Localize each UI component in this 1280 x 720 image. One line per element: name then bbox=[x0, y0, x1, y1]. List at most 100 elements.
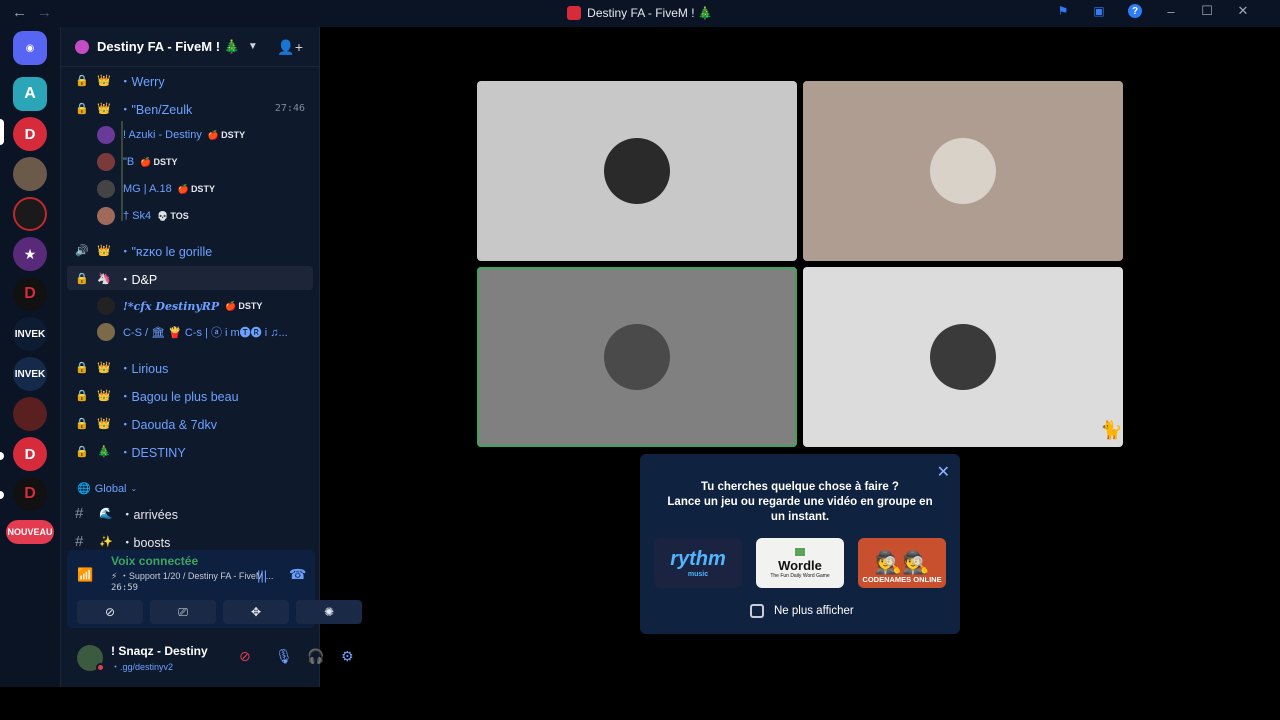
voice-channel-active[interactable]: 🔒 🦄 ・D&P bbox=[67, 266, 313, 290]
avatar bbox=[97, 297, 115, 315]
screen-icon[interactable]: ▣ bbox=[1092, 4, 1106, 18]
voice-channel[interactable]: 🔒 🎄 ・DESTINY bbox=[67, 439, 313, 463]
voice-user[interactable]: C-S / 🏛 🍟 C-s | ⓐ i m🅣🅡 i ♫... bbox=[97, 321, 303, 343]
server-arma-icon[interactable]: A bbox=[13, 77, 47, 111]
clan-tag: 🍎 DSTY bbox=[207, 129, 246, 141]
participant-tile-speaking[interactable] bbox=[477, 267, 797, 447]
participant-tile[interactable] bbox=[477, 81, 797, 261]
channel-name: ・"ʀᴢᴋᴏ le gorille bbox=[119, 244, 213, 259]
voice-user[interactable]: "B 🍎 DSTY bbox=[97, 151, 177, 173]
voice-user[interactable]: MG | A.18 🍎 DSTY bbox=[97, 178, 215, 200]
clan-tag: 🍎 DSTY bbox=[225, 300, 263, 312]
server-name: Destiny FA - FiveM ! 🎄 bbox=[97, 38, 240, 54]
participant-avatar bbox=[930, 138, 996, 204]
voice-status-panel: 📶 Voix connectée ⚡ ・Support 1/20 / Desti… bbox=[67, 550, 362, 628]
server-avatar-icon[interactable] bbox=[13, 157, 47, 191]
channel-timer: 27:46 bbox=[274, 102, 305, 114]
avatar bbox=[97, 323, 115, 341]
server-destiny-d-3-icon[interactable]: D bbox=[13, 477, 47, 511]
voice-connected-label[interactable]: Voix connectée bbox=[111, 554, 198, 568]
lock-icon: 🔒 bbox=[75, 417, 89, 430]
checkbox[interactable] bbox=[750, 604, 764, 618]
signal-icon[interactable]: 📶 bbox=[77, 567, 93, 583]
clan-tag: 🍎 DSTY bbox=[140, 156, 178, 168]
discord-home-icon[interactable]: ◉ bbox=[13, 31, 47, 65]
username[interactable]: ! Snaqz - Destiny bbox=[111, 644, 208, 658]
server-destiny-d-icon[interactable]: D bbox=[13, 277, 47, 311]
channel-name: ・boosts bbox=[121, 535, 171, 550]
participant-tile[interactable] bbox=[803, 81, 1123, 261]
server-header[interactable]: Destiny FA - FiveM ! 🎄 ▼ 👤+ bbox=[61, 27, 319, 67]
close-icon[interactable]: ✕ bbox=[937, 462, 950, 482]
flag-icon[interactable]: ⚑ bbox=[1056, 4, 1070, 18]
noise-suppression-icon[interactable]: ||| bbox=[257, 568, 267, 583]
activity-codenames[interactable]: 🕵🕵 CODENAMES ONLINE bbox=[858, 538, 946, 588]
camera-off-icon[interactable]: ⊘ bbox=[239, 648, 251, 665]
text-channel[interactable]: # 🌊 ・arrivées bbox=[67, 501, 313, 525]
server-destiny-icon[interactable]: D bbox=[13, 117, 47, 151]
voice-channel[interactable]: 🔒 👑 ・"Ben/Zeulk 27:46 bbox=[67, 96, 313, 120]
channel-name: ・Werry bbox=[119, 74, 165, 89]
avatar bbox=[97, 180, 115, 198]
globe-icon: 🌐 bbox=[77, 483, 91, 495]
invite-icon[interactable]: 👤+ bbox=[277, 39, 303, 56]
selected-server-pill bbox=[0, 119, 4, 145]
minimize-icon[interactable]: – bbox=[1164, 4, 1178, 19]
lock-icon: 🔒 bbox=[75, 272, 89, 285]
lock-icon: 🔒 bbox=[75, 389, 89, 402]
channel-name: ・Lirious bbox=[119, 361, 169, 376]
voice-channel[interactable]: 🔊 👑 ・"ʀᴢᴋᴏ le gorille bbox=[67, 238, 313, 262]
server-boost-icon bbox=[75, 39, 89, 54]
lock-icon: 🔒 bbox=[75, 361, 89, 374]
maximize-icon[interactable]: ☐ bbox=[1200, 3, 1214, 18]
server-icon bbox=[567, 6, 582, 20]
clan-tag: 🍎 DSTY bbox=[177, 183, 215, 195]
voice-user[interactable]: ! Azuki - Destiny 🍎 DSTY bbox=[97, 124, 245, 146]
category-global[interactable]: 🌐 Global ⌄ bbox=[77, 482, 138, 496]
user-panel: ! Snaqz - Destiny ・.gg/destinyv2 ⊘ 🎙 🎧 ⚙ bbox=[61, 632, 354, 687]
activity-rythm[interactable]: rythm music bbox=[654, 538, 742, 588]
new-badge[interactable]: NOUVEAU bbox=[6, 520, 54, 544]
soundboard-button[interactable]: ✺ bbox=[296, 600, 362, 624]
activities-button[interactable]: ✥ bbox=[223, 600, 289, 624]
chevron-down-icon: ⌄ bbox=[130, 484, 138, 493]
mic-icon[interactable]: 🎙 bbox=[275, 648, 293, 665]
server-lips-icon[interactable] bbox=[13, 197, 47, 231]
voice-channel[interactable]: 🔒 👑 ・Werry bbox=[67, 68, 313, 92]
camera-off-icon: ⊘ bbox=[104, 605, 116, 619]
headphones-icon[interactable]: 🎧 bbox=[307, 648, 324, 665]
help-icon[interactable]: ? bbox=[1128, 4, 1142, 18]
soundboard-icon: ✺ bbox=[323, 605, 335, 619]
voice-user[interactable]: † Sk4 💀 TOS bbox=[97, 205, 189, 227]
server-invek-icon[interactable]: INVEK bbox=[13, 317, 47, 351]
activity-wordle[interactable]: Wordle The Fun Daily Word Game bbox=[756, 538, 844, 588]
dont-show-checkbox[interactable]: Ne plus afficher bbox=[750, 604, 854, 618]
channel-name: ・DESTINY bbox=[119, 445, 186, 460]
camera-off-button[interactable]: ⊘ bbox=[77, 600, 143, 624]
participant-tile[interactable] bbox=[803, 267, 1123, 447]
disconnect-icon[interactable]: ☎ bbox=[289, 566, 306, 583]
voice-channel[interactable]: 🔒 👑 ・Bagou le plus beau bbox=[67, 383, 313, 407]
activities-icon: ✥ bbox=[250, 605, 262, 619]
voice-user[interactable]: !*cfx DestinyRP 🍎 DSTY bbox=[97, 295, 262, 317]
participant-avatar bbox=[930, 324, 996, 390]
avatar bbox=[97, 207, 115, 225]
server-destiny-d-2-icon[interactable]: D bbox=[13, 437, 47, 471]
server-badge-icon[interactable]: ★ bbox=[13, 237, 47, 271]
avatar bbox=[97, 153, 115, 171]
voice-channel[interactable]: 🔒 👑 ・Lirious bbox=[67, 355, 313, 379]
custom-status: ・.gg/destinyv2 bbox=[111, 662, 174, 672]
status-dot bbox=[96, 663, 105, 672]
lock-icon: 🔒 bbox=[75, 102, 89, 115]
clan-tag: 💀 TOS bbox=[157, 210, 189, 222]
settings-gear-icon[interactable]: ⚙ bbox=[341, 648, 354, 665]
close-icon[interactable]: ✕ bbox=[1236, 3, 1250, 18]
server-fighters-icon[interactable] bbox=[13, 397, 47, 431]
wordle-grid-icon bbox=[795, 547, 805, 556]
participant-avatar bbox=[604, 324, 670, 390]
channel-name: ・Bagou le plus beau bbox=[119, 389, 239, 404]
server-invek-2-icon[interactable]: INVEK bbox=[13, 357, 47, 391]
voice-channel[interactable]: 🔒 👑 ・Daouda & 7dkv bbox=[67, 411, 313, 435]
screen-share-button[interactable]: ⎚ bbox=[150, 600, 216, 624]
lock-icon: 🔒 bbox=[75, 445, 89, 458]
